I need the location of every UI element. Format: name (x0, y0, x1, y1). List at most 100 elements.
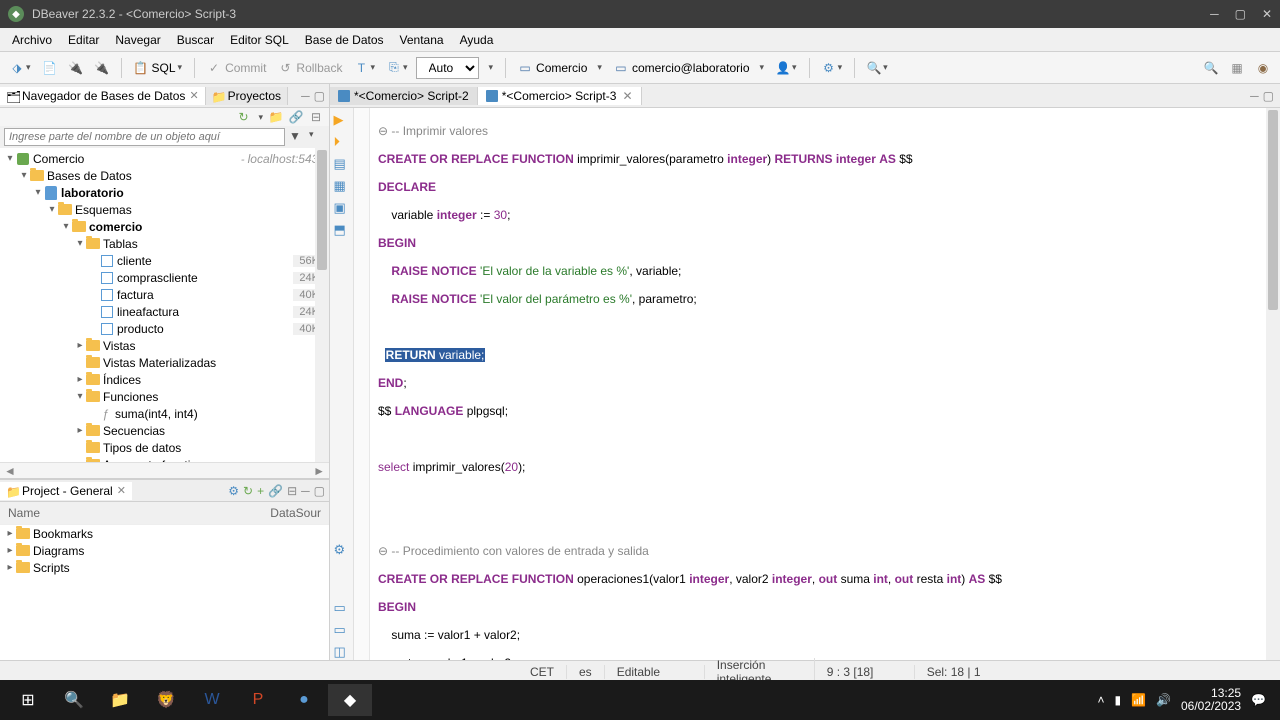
tab-db-navigator[interactable]: 🗂 Navegador de Bases de Datos ✕ (0, 87, 206, 105)
wifi-icon[interactable]: 📶 (1131, 693, 1146, 707)
tree-databases[interactable]: ▾Bases de Datos (0, 167, 329, 184)
tree-sequences[interactable]: ▸Secuencias (0, 422, 329, 439)
close-icon[interactable]: ✕ (622, 89, 632, 103)
panel3-icon[interactable]: ◫ (334, 644, 350, 660)
table-row[interactable]: cliente56K (0, 252, 329, 269)
notifications-icon[interactable]: 💬 (1251, 693, 1266, 707)
tab-script-2[interactable]: *<Comercio> Script-2 (330, 87, 478, 105)
add-icon[interactable]: + (257, 484, 264, 498)
refresh-icon[interactable]: ↻ (243, 484, 253, 498)
collapse-icon[interactable]: ⊟ (309, 110, 323, 124)
table-row[interactable]: producto40K (0, 320, 329, 337)
list-item[interactable]: ▸Bookmarks (0, 525, 329, 542)
menu-base-de-datos[interactable]: Base de Datos (297, 31, 392, 49)
new-connection-button[interactable]: ⬗▾ (6, 59, 35, 77)
scroll-right-icon[interactable]: ► (313, 464, 325, 478)
tree-functions[interactable]: ▾Funciones (0, 388, 329, 405)
run-script-icon[interactable]: ⏵ (334, 134, 350, 150)
battery-icon[interactable]: ▮ (1114, 693, 1121, 707)
perspective-button[interactable]: ▦ (1226, 59, 1248, 77)
tree-scrollbar[interactable] (315, 148, 329, 462)
dbeaver-logo-icon[interactable]: ◉ (1252, 59, 1274, 77)
txn-button[interactable]: T▾ (350, 59, 379, 77)
maximize-button[interactable]: ▢ (1235, 7, 1246, 21)
clock[interactable]: 13:25 06/02/2023 (1181, 687, 1241, 713)
powerpoint-icon[interactable]: P (236, 684, 280, 716)
sql-editor[interactable]: ⊖ -- Imprimir valores CREATE OR REPLACE … (370, 108, 1280, 660)
list-item[interactable]: ▸Scripts (0, 559, 329, 576)
tree-aggfunc[interactable]: Aggregate functions (0, 456, 329, 462)
db-tree[interactable]: ▾Comercio- localhost:5432 ▾Bases de Dato… (0, 148, 329, 462)
dbeaver-task-icon[interactable]: ◆ (328, 684, 372, 716)
load-icon[interactable]: ⬒ (334, 222, 350, 238)
connect-button[interactable]: 🔌 (65, 59, 87, 77)
list-item[interactable]: ▸Diagrams (0, 542, 329, 559)
system-tray[interactable]: ˄ ▮ 📶 🔊 13:25 06/02/2023 💬 (1097, 687, 1274, 713)
menu-archivo[interactable]: Archivo (4, 31, 60, 49)
txn-mode-button[interactable]: ⎘▾ (383, 59, 412, 77)
volume-icon[interactable]: 🔊 (1156, 693, 1171, 707)
sql-button[interactable]: 📋SQL▾ (130, 59, 187, 77)
close-icon[interactable]: ✕ (189, 89, 198, 102)
auto-select[interactable]: Auto (416, 57, 479, 79)
menu-editor-sql[interactable]: Editor SQL (222, 31, 297, 49)
editor-scrollbar[interactable] (1266, 108, 1280, 660)
filter-dd-icon[interactable]: ▾ (309, 129, 325, 145)
explorer-icon[interactable]: 📁 (98, 684, 142, 716)
open-button[interactable]: 📄 (39, 59, 61, 77)
tree-mviews[interactable]: Vistas Materializadas (0, 354, 329, 371)
panel2-icon[interactable]: ▭ (334, 622, 350, 638)
menu-navegar[interactable]: Navegar (107, 31, 168, 49)
search-icon[interactable]: 🔍 (1200, 59, 1222, 77)
commit-button[interactable]: ✓Commit (203, 59, 270, 77)
start-button[interactable]: ⊞ (6, 684, 50, 716)
table-row[interactable]: comprascliente24K (0, 269, 329, 286)
fold-gutter[interactable] (354, 108, 370, 660)
tree-datatypes[interactable]: Tipos de datos (0, 439, 329, 456)
explain-icon[interactable]: ▤ (334, 156, 350, 172)
tree-database[interactable]: ▾laboratorio (0, 184, 329, 201)
filter-icon[interactable]: ▼ (289, 129, 305, 145)
menu-editar[interactable]: Editar (60, 31, 107, 49)
link-icon[interactable]: 🔗 (289, 110, 303, 124)
search-input[interactable] (4, 128, 285, 146)
tab-project[interactable]: 📁 Project - General ✕ (0, 482, 132, 500)
chevron-up-icon[interactable]: ˄ (1097, 693, 1104, 707)
disconnect-button[interactable]: 🔌 (91, 59, 113, 77)
export-icon[interactable]: ▣ (334, 200, 350, 216)
menu-ayuda[interactable]: Ayuda (452, 31, 502, 49)
tree-tables[interactable]: ▾Tablas (0, 235, 329, 252)
panel-icon[interactable]: ▭ (334, 600, 350, 616)
refresh-icon[interactable]: ↻ (236, 110, 250, 124)
tree-schemas[interactable]: ▾Esquemas (0, 201, 329, 218)
tree-indexes[interactable]: ▸Índices (0, 371, 329, 388)
table-row[interactable]: factura40K (0, 286, 329, 303)
minimize-button[interactable]: ─ (1210, 7, 1219, 21)
maximize-panel-icon[interactable]: ▢ (314, 484, 325, 498)
app-icon[interactable]: ● (282, 684, 326, 716)
search-button[interactable]: 🔍 (52, 684, 96, 716)
minimize-panel-icon[interactable]: ─ (1250, 89, 1259, 103)
tree-connection[interactable]: ▾Comercio- localhost:5432 (0, 150, 329, 167)
auto-dd[interactable]: ▾ (483, 60, 498, 75)
table-row[interactable]: lineafactura24K (0, 303, 329, 320)
tree-views[interactable]: ▸Vistas (0, 337, 329, 354)
close-button[interactable]: ✕ (1262, 7, 1272, 21)
gear-icon[interactable]: ⚙ (228, 484, 239, 498)
menu-ventana[interactable]: Ventana (392, 31, 452, 49)
project-tree[interactable]: ▸Bookmarks ▸Diagrams ▸Scripts (0, 525, 329, 660)
scroll-left-icon[interactable]: ◄ (4, 464, 16, 478)
maximize-panel-icon[interactable]: ▢ (1263, 89, 1274, 103)
new-folder-icon[interactable]: 📁 (269, 110, 283, 124)
menu-buscar[interactable]: Buscar (169, 31, 222, 49)
collapse-icon[interactable]: ⊟ (287, 484, 297, 498)
tab-projects[interactable]: 📁 Proyectos (206, 87, 288, 105)
tab-script-3[interactable]: *<Comercio> Script-3✕ (478, 87, 642, 105)
minimize-panel-icon[interactable]: ─ (301, 484, 310, 498)
minimize-panel-icon[interactable]: ─ (301, 89, 310, 103)
database-dropdown[interactable]: ▭comercio@laboratorio▾ (610, 59, 768, 77)
link-icon[interactable]: 🔗 (268, 484, 283, 498)
word-icon[interactable]: W (190, 684, 234, 716)
connection-dropdown[interactable]: ▭Comercio▾ (514, 59, 606, 77)
close-icon[interactable]: ✕ (117, 484, 126, 497)
